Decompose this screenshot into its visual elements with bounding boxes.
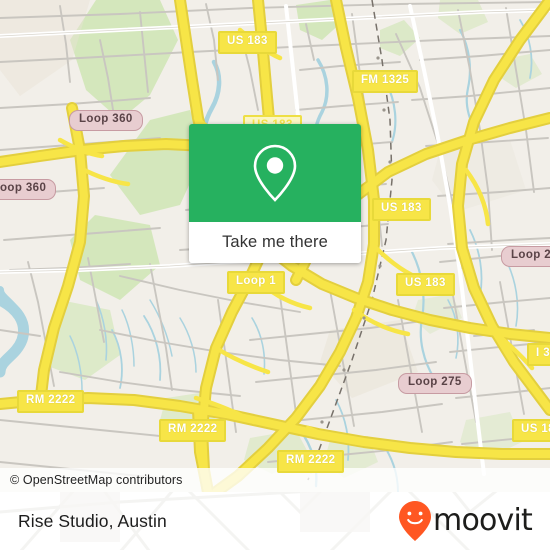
- map-pin-icon: [253, 144, 297, 202]
- map-canvas[interactable]: US 183 FM 1325 Loop 360 US 183 oop 360 US 183…: [0, 0, 550, 492]
- moovit-logo[interactable]: moovit: [398, 500, 533, 542]
- place-title: Rise Studio, Austin: [18, 510, 167, 531]
- road-shield-us183-bottom: US 183: [512, 419, 550, 442]
- road-shield-fm1325: FM 1325: [352, 70, 419, 93]
- moovit-wordmark: moovit: [433, 503, 533, 538]
- popup-pin-area: [189, 124, 361, 222]
- road-shield-i35-right: I 35: [527, 343, 550, 366]
- road-shield-us183-right-mid: US 183: [372, 198, 431, 221]
- moovit-smiley-pin-icon: [399, 501, 432, 541]
- bottom-info-bar: Rise Studio, Austin moovit: [0, 492, 550, 550]
- take-me-there-button[interactable]: Take me there: [189, 222, 361, 263]
- road-shield-us183-mid: US 183: [396, 273, 455, 296]
- road-shield-loop275-bottom: Loop 275: [398, 373, 472, 394]
- location-popup-card[interactable]: Take me there: [189, 124, 361, 263]
- road-shield-loop360-top: Loop 360: [69, 110, 143, 131]
- screenshot-root: US 183 FM 1325 Loop 360 US 183 oop 360 US 183…: [0, 0, 550, 550]
- road-shield-loop275-right: Loop 275: [501, 246, 550, 267]
- road-shield-us183-top: US 183: [218, 31, 277, 54]
- road-shield-loop360-left: oop 360: [0, 179, 57, 200]
- osm-attribution: © OpenStreetMap contributors: [0, 468, 550, 492]
- road-shield-rm2222-left: RM 2222: [17, 390, 85, 413]
- road-shield-loop1: Loop 1: [227, 271, 286, 294]
- road-shield-rm2222-bottom: RM 2222: [277, 450, 345, 473]
- road-shield-rm2222-mid: RM 2222: [159, 419, 227, 442]
